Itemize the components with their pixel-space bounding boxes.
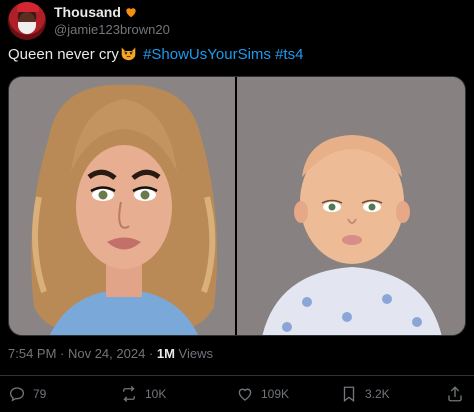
like-count: 109K <box>261 387 290 401</box>
reply-button[interactable]: 79 <box>8 385 46 403</box>
reply-icon <box>9 387 25 402</box>
hashtag-showusyoursims[interactable]: #ShowUsYourSims <box>143 46 271 63</box>
baby-sim-illustration <box>237 77 465 335</box>
tweet-text: Queen never cry #ShowUsYourSims #ts4 <box>8 44 303 66</box>
repost-icon <box>123 386 135 402</box>
adult-sim-illustration <box>9 77 235 335</box>
user-handle[interactable]: @jamie123brown20 <box>54 22 170 37</box>
reply-count: 79 <box>33 387 47 401</box>
avatar[interactable] <box>8 2 46 40</box>
bookmark-button[interactable]: 3.2K <box>340 385 390 403</box>
repost-count: 10K <box>145 387 167 401</box>
views-count: 1M <box>156 346 175 361</box>
share-icon <box>448 386 462 402</box>
bookmark-count: 3.2K <box>365 387 390 401</box>
tweet-text-plain: Queen never cry <box>8 46 119 63</box>
media-grid <box>8 76 466 336</box>
action-bar: 79 10K 109K 3.2K <box>0 385 474 411</box>
bookmark-icon <box>343 386 355 403</box>
timestamp[interactable]: 7:54 PM · Nov 24, 2024 · <box>8 346 157 361</box>
hashtag-ts4[interactable]: #ts4 <box>275 46 303 63</box>
divider <box>0 375 474 376</box>
pouting-cat-emoji-icon <box>121 47 136 61</box>
share-button[interactable] <box>446 385 464 403</box>
name-row: Thousand <box>54 4 138 20</box>
display-name[interactable]: Thousand <box>54 4 121 20</box>
media-image-baby-sim[interactable] <box>237 77 465 335</box>
like-button[interactable]: 109K <box>236 385 289 403</box>
heart-icon <box>238 388 252 401</box>
views-label: Views <box>174 346 213 361</box>
media-image-adult-sim[interactable] <box>9 77 237 335</box>
tweet-meta: 7:54 PM · Nov 24, 2024 · 1M Views <box>8 346 213 361</box>
tweet-header: Thousand @jamie123brown20 <box>8 2 466 40</box>
repost-button[interactable]: 10K <box>120 385 166 403</box>
orange-heart-icon <box>126 8 136 18</box>
